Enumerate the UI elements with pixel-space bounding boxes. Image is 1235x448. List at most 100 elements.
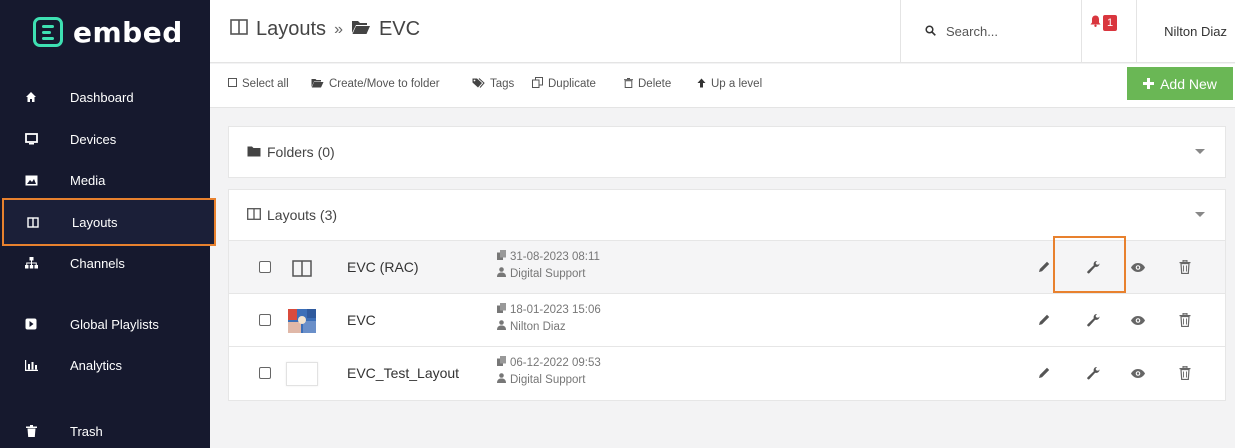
sidebar-item-global-playlists[interactable]: Global Playlists <box>0 309 210 339</box>
folders-panel: Folders (0) <box>228 126 1226 178</box>
row-checkbox[interactable] <box>259 367 271 379</box>
sidebar-item-dashboard[interactable]: Dashboard <box>0 82 210 112</box>
layout-owner: Nilton Diaz <box>510 321 566 333</box>
layout-meta: 18-01-2023 15:06 Nilton Diaz <box>497 302 601 336</box>
trash-icon[interactable] <box>1176 364 1194 382</box>
sidebar-item-devices[interactable]: Devices <box>0 124 210 154</box>
checkbox-icon <box>228 78 237 90</box>
folders-panel-title: Folders (0) <box>267 144 335 160</box>
search-input[interactable]: Search... <box>900 0 1082 63</box>
tags-label: Tags <box>490 78 515 90</box>
layouts-panel-header[interactable]: Layouts (3) <box>229 190 1225 240</box>
play-square-icon <box>24 317 38 331</box>
breadcrumb-separator: » <box>334 20 343 38</box>
edit-pencil-icon[interactable] <box>1035 364 1053 382</box>
layout-placeholder-icon <box>287 253 317 283</box>
arrow-up-icon <box>697 78 706 91</box>
sidebar-item-layouts[interactable]: Layouts <box>2 198 216 246</box>
folder-icon <box>247 144 261 160</box>
layout-name[interactable]: EVC_Test_Layout <box>347 365 459 381</box>
eye-icon[interactable] <box>1129 364 1147 382</box>
layout-thumbnail <box>285 359 319 389</box>
wrench-icon[interactable] <box>1084 311 1102 329</box>
edit-pencil-icon[interactable] <box>1035 258 1053 276</box>
layout-columns-icon <box>230 18 248 41</box>
highlight-annotation <box>1053 236 1126 293</box>
breadcrumb-section[interactable]: Layouts <box>256 18 326 41</box>
user-menu[interactable]: Nilton Diaz <box>1136 0 1235 63</box>
collapse-caret-icon[interactable] <box>1195 149 1205 154</box>
trash-icon <box>24 424 38 438</box>
home-icon <box>24 90 38 104</box>
layout-name[interactable]: EVC <box>347 312 376 328</box>
brand-name: embed <box>73 15 183 49</box>
brand-logo[interactable]: embed <box>33 14 183 50</box>
search-icon <box>925 24 936 39</box>
duplicate-button[interactable]: Duplicate <box>532 74 596 94</box>
eye-icon[interactable] <box>1129 311 1147 329</box>
trash-icon[interactable] <box>1176 258 1194 276</box>
folder-open-icon <box>351 18 371 41</box>
move-to-folder-button[interactable]: Create/Move to folder <box>311 74 440 94</box>
logo-icon <box>33 17 63 47</box>
user-name: Nilton Diaz <box>1164 24 1227 39</box>
duplicate-label: Duplicate <box>548 78 596 90</box>
sidebar-item-label: Global Playlists <box>70 316 159 332</box>
layout-name[interactable]: EVC (RAC) <box>347 259 419 275</box>
layouts-panel-title: Layouts (3) <box>267 207 338 223</box>
sidebar-item-label: Dashboard <box>70 89 134 105</box>
notifications-button[interactable]: 1 <box>1090 14 1118 32</box>
folders-panel-header[interactable]: Folders (0) <box>229 127 1225 177</box>
layout-modified-date: 31-08-2023 08:11 <box>510 251 600 263</box>
trash-icon <box>624 77 633 91</box>
notification-count-badge: 1 <box>1103 15 1118 31</box>
bell-icon <box>1090 14 1101 32</box>
delete-label: Delete <box>638 78 672 90</box>
layouts-panel: Layouts (3) <box>228 189 1226 241</box>
add-new-label: Add New <box>1160 75 1217 92</box>
collapse-caret-icon[interactable] <box>1195 212 1205 217</box>
copy-icon <box>532 77 543 91</box>
layout-row[interactable]: EVC_Test_Layout 06-12-2022 09:53 Digital… <box>228 347 1226 401</box>
bar-chart-icon <box>24 358 38 372</box>
row-checkbox[interactable] <box>259 261 271 273</box>
select-all-label: Select all <box>242 78 289 90</box>
move-to-folder-label: Create/Move to folder <box>329 78 440 90</box>
sidebar-item-label: Layouts <box>72 214 118 230</box>
sidebar-item-label: Trash <box>70 423 103 439</box>
sidebar: embed Dashboard Devices Media Layouts Ch… <box>0 0 216 448</box>
breadcrumb-folder: EVC <box>378 18 421 40</box>
sidebar-item-media[interactable]: Media <box>0 165 210 195</box>
action-toolbar: Select all Create/Move to folder Tags Du… <box>210 64 1235 108</box>
layout-modified-date: 06-12-2022 09:53 <box>510 357 601 369</box>
layout-row[interactable]: EVC 18-01-2023 15:06 Nilton Diaz <box>228 294 1226 347</box>
plus-icon <box>1143 76 1155 92</box>
tags-icon <box>472 77 485 91</box>
tags-button[interactable]: Tags <box>472 74 514 94</box>
wrench-icon[interactable] <box>1084 364 1102 382</box>
select-all-button[interactable]: Select all <box>228 74 289 94</box>
sidebar-item-analytics[interactable]: Analytics <box>0 350 210 380</box>
copy-icon <box>497 302 506 319</box>
sidebar-item-channels[interactable]: Channels <box>0 248 210 278</box>
folder-open-icon <box>311 78 324 91</box>
sidebar-item-label: Channels <box>70 255 125 271</box>
search-placeholder: Search... <box>946 24 999 39</box>
copy-icon <box>497 355 506 372</box>
row-checkbox[interactable] <box>259 314 271 326</box>
sidebar-item-label: Media <box>70 172 106 188</box>
up-a-level-button[interactable]: Up a level <box>697 74 762 94</box>
delete-button[interactable]: Delete <box>624 74 671 94</box>
layout-thumbnail <box>287 306 317 336</box>
edit-pencil-icon[interactable] <box>1035 311 1053 329</box>
sidebar-item-trash[interactable]: Trash <box>0 416 210 446</box>
copy-icon <box>497 249 506 266</box>
layout-columns-icon <box>26 215 40 229</box>
breadcrumb: Layouts » EVC <box>230 18 420 41</box>
trash-icon[interactable] <box>1176 311 1194 329</box>
eye-icon[interactable] <box>1129 258 1147 276</box>
monitor-icon <box>24 132 38 146</box>
sitemap-icon <box>24 256 38 270</box>
layout-modified-date: 18-01-2023 15:06 <box>510 304 601 316</box>
add-new-button[interactable]: Add New <box>1127 67 1233 100</box>
